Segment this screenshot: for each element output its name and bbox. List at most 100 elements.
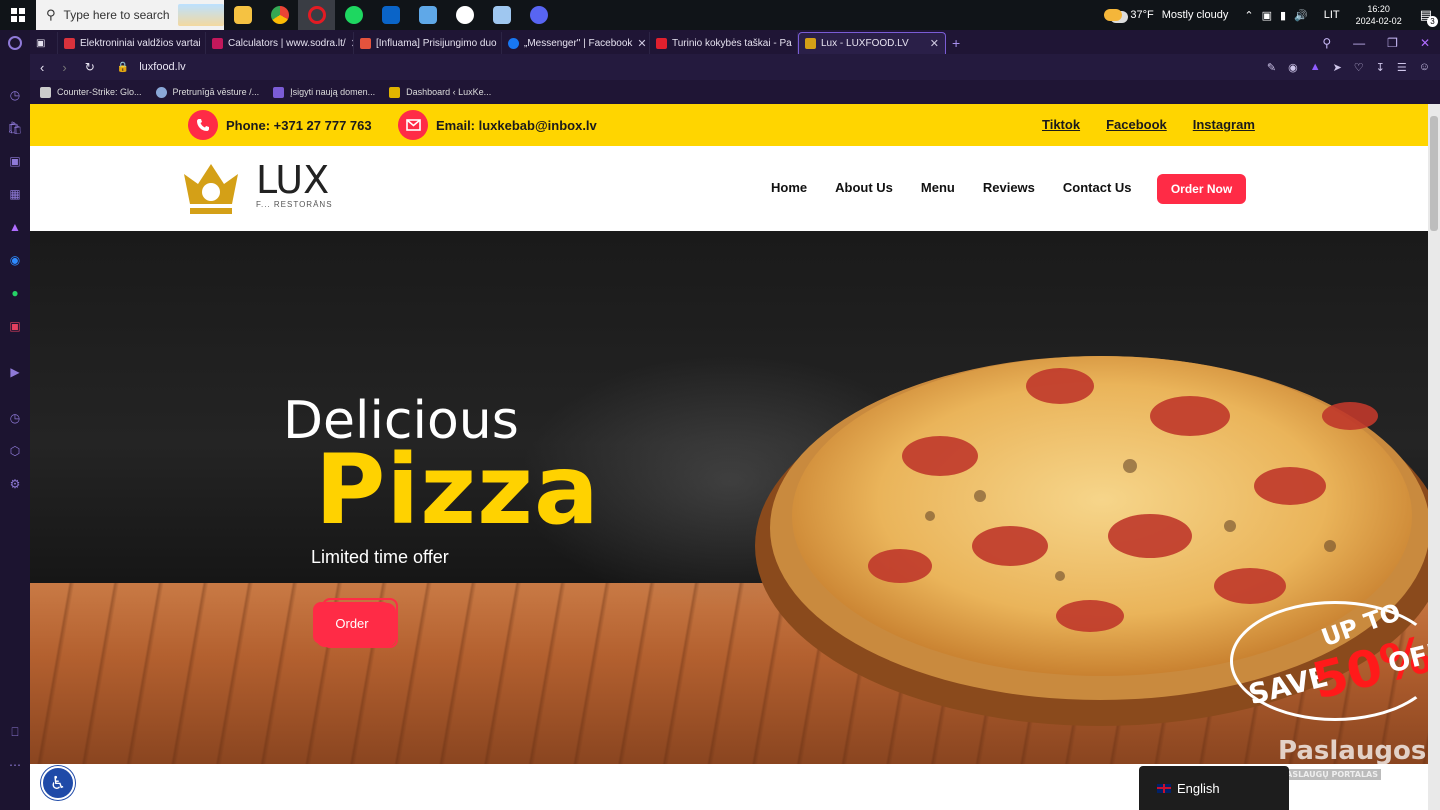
chrome-icon[interactable]: [261, 0, 298, 30]
opera-icon[interactable]: [298, 0, 335, 30]
tab-title: [Influama] Prisijungimo duo: [376, 37, 497, 49]
hero-banner: Delicious Pizza Limited time offer Order…: [30, 231, 1428, 764]
nav-menu[interactable]: Menu: [921, 180, 955, 195]
player-icon[interactable]: ▶: [7, 364, 23, 380]
url-field[interactable]: luxfood.lv: [139, 61, 185, 73]
input-language[interactable]: LIT: [1324, 9, 1340, 21]
easy-setup-icon[interactable]: ☰: [1397, 61, 1407, 74]
tab-favicon-icon: [508, 37, 519, 49]
opera-menu-icon[interactable]: [8, 36, 22, 50]
steelseries-icon[interactable]: [446, 0, 483, 30]
edit-icon[interactable]: ✎: [1267, 61, 1276, 74]
order-now-button[interactable]: Order Now: [1157, 174, 1246, 204]
bookmark-item[interactable]: Counter-Strike: Glo...: [40, 86, 142, 98]
browser-tab[interactable]: Turinio kokybės taškai - Pa ✕: [650, 32, 798, 54]
phone-contact[interactable]: Phone: +371 27 777 763: [188, 110, 372, 140]
battery-icon[interactable]: ▮: [1280, 9, 1286, 22]
accessibility-button[interactable]: ♿: [41, 766, 75, 800]
network-icon[interactable]: ▣: [1262, 9, 1272, 22]
tab-favicon-icon: [805, 38, 816, 49]
weather-cloud-icon[interactable]: [1104, 9, 1123, 21]
email-contact[interactable]: Email: luxkebab@inbox.lv: [398, 110, 597, 140]
nav-reviews[interactable]: Reviews: [983, 180, 1035, 195]
weather-temp[interactable]: 37°F: [1130, 9, 1153, 21]
reload-icon[interactable]: ↻: [85, 60, 95, 74]
search-placeholder: Type here to search: [63, 8, 170, 22]
spotify-icon[interactable]: [335, 0, 372, 30]
tabs-icon[interactable]: ⎕: [7, 724, 23, 740]
page-scrollbar[interactable]: [1428, 104, 1440, 810]
new-tab-button[interactable]: +: [946, 32, 970, 54]
hero-subtitle: Limited time offer: [311, 547, 449, 567]
browser-tab[interactable]: Calculators | www.sodra.lt/ ✕: [206, 32, 354, 54]
tab-search-icon[interactable]: ⚲: [1322, 36, 1331, 50]
back-icon[interactable]: ‹: [40, 60, 44, 75]
notification-icon[interactable]: ▤ 3: [1420, 7, 1438, 27]
bookmark-item[interactable]: Dashboard ‹ LuxKe...: [389, 86, 491, 98]
email-icon: [398, 110, 428, 140]
send-icon[interactable]: ➤: [1333, 61, 1342, 74]
speed-dial-icon[interactable]: ◷: [7, 87, 23, 103]
twitch-icon[interactable]: ▣: [7, 153, 23, 169]
phone-number: Phone: +371 27 777 763: [226, 117, 372, 133]
whatsapp-icon[interactable]: ●: [7, 285, 23, 301]
bookmark-favicon-icon: [389, 86, 401, 98]
nav-home[interactable]: Home: [771, 180, 807, 195]
nav-about-us[interactable]: About Us: [835, 180, 893, 195]
clock[interactable]: 16:20 2024-02-02: [1356, 3, 1402, 27]
tab-workspace-icon[interactable]: ▣: [30, 32, 58, 54]
bookmark-item[interactable]: Pretrunīgā vēsture /...: [155, 86, 259, 98]
forward-icon[interactable]: ›: [62, 60, 66, 75]
volume-icon[interactable]: 🔊: [1294, 9, 1308, 22]
language-switcher[interactable]: English: [1139, 766, 1289, 810]
instagram-link[interactable]: Instagram: [1193, 117, 1255, 132]
aria-ai-icon[interactable]: ▲: [7, 219, 23, 235]
discord-icon[interactable]: [520, 0, 557, 30]
extensions-icon[interactable]: ▦: [7, 186, 23, 202]
outlook-icon[interactable]: [372, 0, 409, 30]
shopping-icon[interactable]: 🛍: [7, 120, 23, 136]
heart-icon[interactable]: ♡: [1354, 61, 1364, 74]
notes-app-icon[interactable]: [483, 0, 520, 30]
tab-close-icon[interactable]: ✕: [930, 37, 939, 50]
vpn-shield-icon[interactable]: ▲: [1310, 61, 1321, 74]
window-controls: ⚲ — ❐ ✕: [1322, 32, 1440, 54]
cube-icon[interactable]: ⬡: [7, 443, 23, 459]
remote-desktop-icon[interactable]: [409, 0, 446, 30]
order-button[interactable]: Order: [313, 602, 391, 644]
messenger-icon[interactable]: ◉: [7, 252, 23, 268]
scrollbar-thumb[interactable]: [1430, 116, 1438, 231]
more-icon[interactable]: ⋯: [7, 757, 23, 773]
profile-icon[interactable]: ☺: [1419, 61, 1430, 74]
browser-tab[interactable]: Elektroniniai valdžios vartai ✕: [58, 32, 206, 54]
instagram-icon[interactable]: ▣: [7, 318, 23, 334]
bookmark-label: Įsigyti naują domen...: [290, 87, 376, 97]
notification-count: 3: [1427, 16, 1438, 27]
history-icon[interactable]: ◷: [7, 410, 23, 426]
facebook-link[interactable]: Facebook: [1106, 117, 1167, 132]
camera-icon[interactable]: ◉: [1288, 61, 1298, 74]
tiktok-link[interactable]: Tiktok: [1042, 117, 1080, 132]
phone-icon: [188, 110, 218, 140]
weather-desc[interactable]: Mostly cloudy: [1162, 9, 1229, 21]
main-nav: Home About Us Menu Reviews Contact Us: [771, 180, 1132, 195]
file-explorer-icon[interactable]: [224, 0, 261, 30]
browser-tab[interactable]: [Influama] Prisijungimo duo ✕: [354, 32, 502, 54]
site-logo[interactable]: LUX F... RESTORĀNS: [180, 160, 333, 216]
download-icon[interactable]: ↧: [1376, 61, 1385, 74]
minimize-icon[interactable]: —: [1353, 36, 1365, 50]
contact-topbar: Phone: +371 27 777 763 Email: luxkebab@i…: [30, 104, 1428, 146]
tab-close-icon[interactable]: ✕: [637, 37, 646, 50]
settings-gear-icon[interactable]: ⚙: [7, 476, 23, 492]
browser-tab-active[interactable]: Lux - LUXFOOD.LV ✕: [798, 32, 946, 54]
taskbar-search-input[interactable]: ⚲ Type here to search: [36, 0, 224, 30]
uk-flag-icon: [1157, 783, 1171, 793]
close-window-icon[interactable]: ✕: [1420, 36, 1430, 50]
chevron-up-icon[interactable]: ⌃: [1244, 9, 1253, 22]
bookmark-item[interactable]: Įsigyti naują domen...: [273, 86, 376, 98]
restore-icon[interactable]: ❐: [1387, 36, 1398, 50]
nav-contact-us[interactable]: Contact Us: [1063, 180, 1132, 195]
windows-start-icon[interactable]: [0, 0, 36, 30]
browser-sidebar: ◷ 🛍 ▣ ▦ ▲ ◉ ● ▣ ▶ ◷ ⬡ ⚙ ⎕ ⋯: [0, 30, 30, 810]
browser-tab[interactable]: „Messenger" | Facebook ✕: [502, 32, 650, 54]
